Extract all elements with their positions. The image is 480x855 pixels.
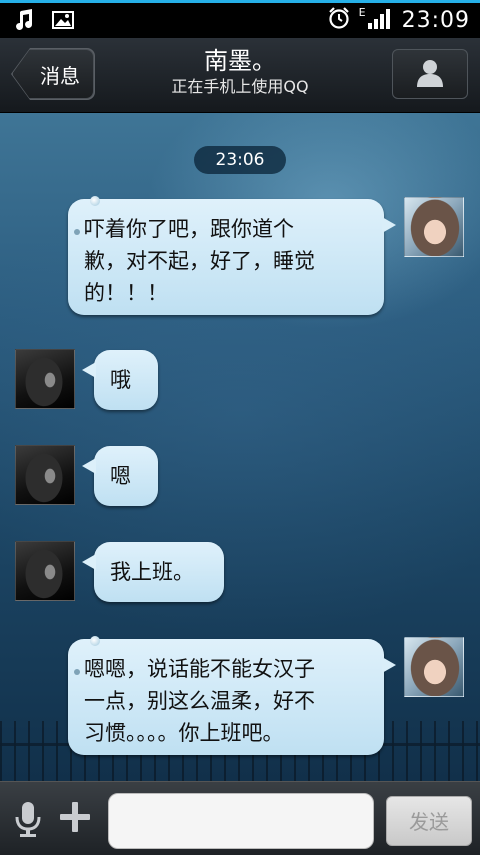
message-bubble-sent[interactable]: 嗯嗯，说话能不能女汉子 一点，别这么温柔，好不 习惯。。。。你上班吧。 (68, 636, 396, 755)
message-input[interactable] (108, 793, 374, 849)
message-line: 歉，对不起，好了，睡觉 (84, 249, 315, 273)
send-button[interactable]: 发送 (386, 796, 472, 846)
message-bubble-sent[interactable]: 吓着你了吧，跟你道个 歉，对不起，好了，睡觉 的！！！ (68, 196, 396, 315)
contact-status: 正在手机上使用QQ (171, 77, 309, 96)
message-line: 吓着你了吧，跟你道个 (84, 217, 294, 241)
chat-area[interactable]: 23:06 吓着你了吧，跟你道个 歉，对不起，好了，睡觉 的！！！ 哦 嗯 我上… (0, 113, 480, 781)
status-accent-line (0, 0, 480, 3)
bubble-dot-decoration (74, 669, 80, 675)
status-left-icons (14, 9, 74, 35)
bubble-drop-decoration (90, 196, 100, 206)
message-line: 嗯嗯，说话能不能女汉子 (84, 657, 315, 681)
profile-button[interactable] (392, 49, 468, 99)
plus-icon[interactable] (58, 800, 92, 838)
message-line: 习惯。。。。你上班吧。 (84, 721, 284, 745)
avatar-contact[interactable] (15, 349, 75, 409)
microphone-icon[interactable] (12, 800, 44, 842)
message-line: 我上班。 (110, 560, 194, 584)
status-right-icons: E 23:09 (327, 6, 470, 34)
network-type-label: E (358, 5, 366, 19)
contact-name: 南墨。 (204, 47, 276, 75)
avatar-self[interactable] (404, 637, 464, 697)
chat-header: 消息 南墨。 正在手机上使用QQ (0, 38, 480, 113)
input-bar: 发送 (0, 781, 480, 855)
chat-title: 南墨。 正在手机上使用QQ (120, 46, 360, 98)
avatar-self[interactable] (404, 197, 464, 257)
bubble-dot-decoration (74, 229, 80, 235)
message-line: 一点，别这么温柔，好不 (84, 689, 315, 713)
music-note-icon (14, 9, 34, 35)
message-line: 的！！！ (84, 281, 168, 305)
message-bubble-received[interactable]: 我上班。 (82, 542, 224, 602)
signal-strength-icon (367, 7, 394, 33)
message-line: 哦 (110, 368, 131, 392)
avatar-contact[interactable] (15, 445, 75, 505)
message-bubble-received[interactable]: 嗯 (82, 446, 158, 506)
image-icon (52, 11, 74, 33)
message-timestamp: 23:06 (194, 146, 286, 174)
message-bubble-received[interactable]: 哦 (82, 350, 158, 410)
message-line: 嗯 (110, 464, 131, 488)
person-icon (415, 57, 445, 91)
status-bar: E 23:09 (0, 0, 480, 38)
avatar-contact[interactable] (15, 541, 75, 601)
alarm-clock-icon (327, 6, 351, 34)
status-time: 23:09 (401, 7, 470, 33)
bubble-drop-decoration (90, 636, 100, 646)
